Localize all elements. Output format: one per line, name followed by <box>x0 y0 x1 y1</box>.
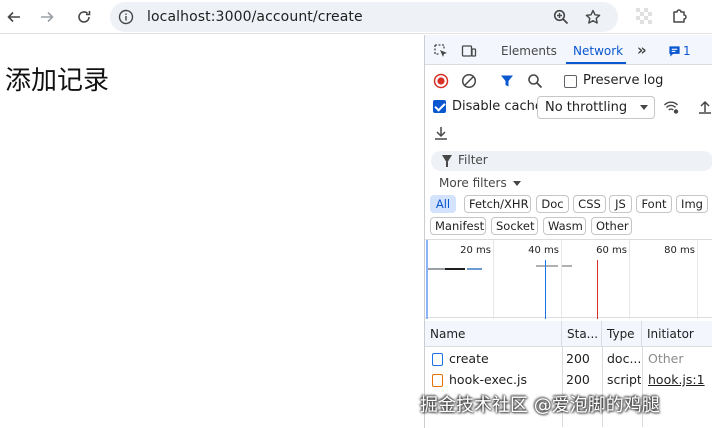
reload-icon[interactable] <box>73 6 95 28</box>
timeline-tick-label: 40 ms <box>528 245 559 256</box>
search-icon[interactable] <box>527 73 543 89</box>
timeline-selection-handle[interactable] <box>426 240 428 319</box>
export-har-icon[interactable] <box>433 125 449 141</box>
record-icon[interactable] <box>433 73 449 89</box>
timeline-tick-label: 60 ms <box>596 245 627 256</box>
request-initiator-link[interactable]: hook.js:1 <box>648 372 705 387</box>
timeline-request-bar <box>467 268 482 270</box>
timeline-request-bar <box>562 265 572 267</box>
disable-cache-checkbox[interactable] <box>433 100 446 113</box>
filter-icon[interactable] <box>499 73 515 89</box>
message-icon <box>669 45 680 57</box>
column-header-initiator[interactable]: Initiator <box>642 321 712 346</box>
url-text[interactable]: localhost:3000/account/create <box>147 9 363 25</box>
chevron-down-icon <box>512 181 521 186</box>
type-filter-all[interactable]: All <box>430 195 456 213</box>
request-initiator: Other <box>648 351 684 366</box>
active-tab-indicator <box>566 62 626 64</box>
info-icon[interactable] <box>118 9 134 25</box>
address-bar[interactable]: localhost:3000/account/create <box>110 2 618 32</box>
preserve-log-label: Preserve log <box>583 73 664 88</box>
timeline-gridline <box>697 240 698 319</box>
type-filter-socket[interactable]: Socket <box>491 217 538 235</box>
timeline-request-bar <box>428 268 445 270</box>
dom-content-loaded-marker <box>545 260 546 319</box>
type-filter-font[interactable]: Font <box>636 195 672 213</box>
zoom-icon[interactable] <box>553 9 569 25</box>
filter-placeholder: Filter <box>458 153 488 167</box>
request-status: 200 <box>566 351 590 366</box>
filter-input[interactable]: Filter <box>431 151 712 171</box>
import-har-icon[interactable] <box>697 99 712 115</box>
script-icon <box>432 374 443 387</box>
type-filter-css[interactable]: CSS <box>573 195 606 213</box>
timeline-gridline <box>493 240 494 319</box>
load-event-marker <box>597 260 598 319</box>
clear-icon[interactable] <box>461 73 477 89</box>
forward-icon[interactable] <box>36 6 58 28</box>
request-type: doc... <box>607 351 641 366</box>
more-filters-label: More filters <box>439 176 507 190</box>
inspect-element-icon[interactable] <box>433 43 449 59</box>
timeline-request-bar <box>445 268 465 270</box>
devtools-panel: Elements Network » 1 Preserve log Disabl… <box>424 35 712 428</box>
type-filter-js[interactable]: JS <box>609 195 632 213</box>
throttling-select[interactable]: No throttling <box>537 96 655 119</box>
more-filters-dropdown[interactable]: More filters <box>439 176 521 190</box>
device-toolbar-icon[interactable] <box>461 43 477 59</box>
puzzle-icon[interactable] <box>671 7 689 25</box>
issues-count: 1 <box>683 44 691 58</box>
timeline-request-bar <box>536 265 558 267</box>
page-content: 添加记录 <box>0 35 424 428</box>
disable-cache-label: Disable cache <box>452 99 543 114</box>
preserve-log-checkbox[interactable] <box>564 75 577 88</box>
type-filter-manifest[interactable]: Manifest <box>430 217 486 235</box>
timeline-gridline <box>561 240 562 319</box>
tab-elements[interactable]: Elements <box>501 44 557 58</box>
network-timeline[interactable]: 20 ms 40 ms 60 ms 80 ms <box>425 239 712 319</box>
page-title: 添加记录 <box>5 66 110 96</box>
column-header-type[interactable]: Type <box>602 321 642 346</box>
document-icon <box>432 353 443 366</box>
type-filter-doc[interactable]: Doc <box>536 195 569 213</box>
funnel-icon <box>442 155 452 167</box>
request-name[interactable]: hook-exec.js <box>449 372 527 387</box>
extension-icon[interactable] <box>635 7 653 25</box>
issues-badge[interactable]: 1 <box>668 44 691 58</box>
browser-toolbar: localhost:3000/account/create <box>0 0 712 34</box>
timeline-tick-label: 80 ms <box>664 245 695 256</box>
timeline-tick-label: 20 ms <box>460 245 491 256</box>
star-icon[interactable] <box>585 9 601 25</box>
network-conditions-icon[interactable] <box>663 99 679 115</box>
type-filter-fetch-xhr[interactable]: Fetch/XHR <box>464 195 531 213</box>
chevron-down-icon <box>640 105 648 110</box>
request-name[interactable]: create <box>449 351 489 366</box>
back-icon[interactable] <box>3 6 25 28</box>
column-header-status[interactable]: Sta... <box>562 321 602 346</box>
request-status: 200 <box>566 372 590 387</box>
tab-network[interactable]: Network <box>573 44 623 58</box>
devtools-tab-bar: Elements Network » 1 <box>425 35 712 65</box>
more-tabs-button[interactable]: » <box>637 41 647 59</box>
throttling-value: No throttling <box>545 100 628 115</box>
type-filter-img[interactable]: Img <box>676 195 708 213</box>
type-filter-other[interactable]: Other <box>591 217 632 235</box>
timeline-gridline <box>629 240 630 319</box>
request-type: script <box>607 372 641 387</box>
watermark: 掘金技术社区 @爱泡脚的鸡腿 <box>420 395 660 416</box>
type-filter-wasm[interactable]: Wasm <box>543 217 586 235</box>
column-header-name[interactable]: Name <box>425 321 562 346</box>
